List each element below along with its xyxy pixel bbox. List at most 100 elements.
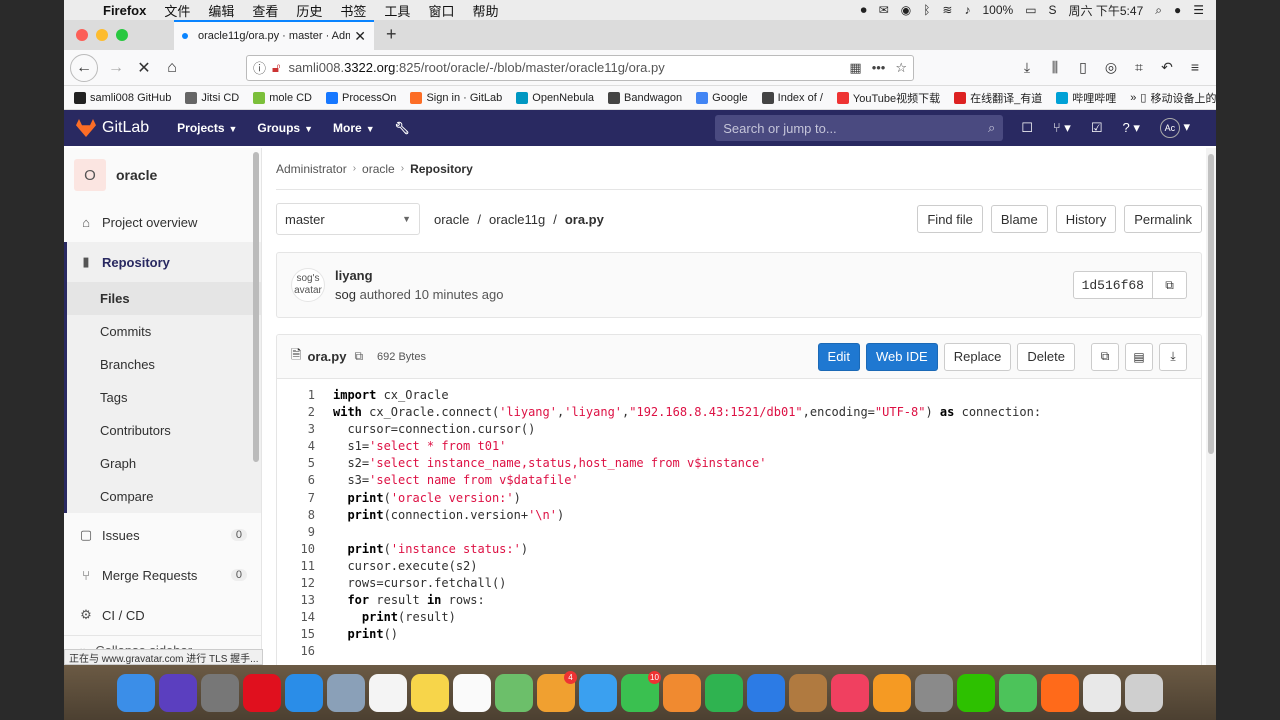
accessibility-icon[interactable]: ◉: [901, 3, 911, 17]
nav-more[interactable]: More ▼: [333, 121, 375, 135]
permalink-button[interactable]: Permalink: [1124, 205, 1202, 233]
clock[interactable]: 周六 下午5:47: [1069, 2, 1144, 19]
merge-requests-nav-icon[interactable]: ⑂ ▾: [1053, 120, 1071, 136]
delete-button[interactable]: Delete: [1017, 342, 1075, 371]
home-icon[interactable]: ⌂: [158, 54, 186, 82]
hamburger-menu-icon[interactable]: ≡: [1186, 59, 1204, 76]
commit-author[interactable]: sog: [335, 287, 356, 302]
line-number[interactable]: 13: [277, 592, 315, 609]
documents-icon[interactable]: [1083, 673, 1121, 712]
copy-path-icon[interactable]: ⧉: [354, 349, 363, 364]
calendar-icon[interactable]: [369, 673, 407, 712]
wechat-icon[interactable]: [957, 673, 995, 712]
line-number[interactable]: 6: [277, 472, 315, 489]
reminders-icon[interactable]: [453, 673, 491, 712]
line-number[interactable]: 5: [277, 455, 315, 472]
finder-icon[interactable]: [117, 673, 155, 712]
bookmark-item[interactable]: samli008 GitHub: [74, 91, 171, 104]
firefox-icon[interactable]: [1041, 673, 1079, 712]
menu-help[interactable]: 帮助: [463, 1, 507, 20]
breadcrumb-repository[interactable]: Repository: [410, 162, 473, 176]
menu-history[interactable]: 历史: [287, 1, 331, 20]
bookmark-item[interactable]: Sign in · GitLab: [410, 91, 502, 104]
screenshot-icon[interactable]: ⌗: [1130, 59, 1148, 76]
site-info-icon[interactable]: ⓘ: [253, 58, 266, 77]
screen-record-icon[interactable]: ⏺: [861, 3, 867, 18]
notification-center-icon[interactable]: ☰: [1193, 3, 1204, 17]
admin-wrench-icon[interactable]: 🔧︎: [395, 121, 410, 135]
page-actions-icon[interactable]: •••: [872, 60, 886, 75]
menu-view[interactable]: 查看: [243, 1, 287, 20]
trash-icon[interactable]: [1125, 673, 1163, 712]
maps-icon[interactable]: [495, 673, 533, 712]
bookmark-item[interactable]: mole CD: [253, 91, 312, 104]
user-menu[interactable]: Ac ▾: [1159, 118, 1190, 138]
nav-groups[interactable]: Groups ▼: [257, 121, 313, 135]
wechat-status-icon[interactable]: ✉: [879, 3, 889, 17]
nav-projects[interactable]: Projects ▼: [177, 121, 237, 135]
battery-percent[interactable]: 100%: [982, 3, 1013, 17]
sidebar-toggle-icon[interactable]: ▯: [1074, 59, 1092, 76]
menu-edit[interactable]: 编辑: [199, 1, 243, 20]
line-number[interactable]: 7: [277, 490, 315, 507]
bluetooth-icon[interactable]: ᛒ: [923, 3, 930, 17]
input-method-icon[interactable]: S: [1049, 3, 1057, 17]
edit-button[interactable]: Edit: [817, 342, 860, 371]
keynote-icon[interactable]: [747, 673, 785, 712]
bookmark-item[interactable]: 哔哩哔哩: [1056, 90, 1116, 106]
url-text[interactable]: samli008.3322.org:825/root/oracle/-/blob…: [288, 60, 839, 75]
minimize-window-icon[interactable]: [96, 29, 108, 41]
copy-source-icon[interactable]: ⧉: [1091, 342, 1119, 371]
notes-icon[interactable]: [411, 673, 449, 712]
line-number[interactable]: 8: [277, 507, 315, 524]
sidebar-item-graph[interactable]: Graph: [67, 447, 261, 480]
code-viewer[interactable]: 1 import cx_Oracle 2 with cx_Oracle.connect…: [277, 379, 1201, 661]
new-tab-icon[interactable]: +: [374, 24, 409, 50]
copy-sha-icon[interactable]: ⧉: [1153, 271, 1187, 299]
sidebar-item-merge-requests[interactable]: ⑂ Merge Requests 0: [64, 555, 261, 595]
sidebar-item-overview[interactable]: ⌂ Project overview: [64, 202, 261, 242]
blame-button[interactable]: Blame: [990, 205, 1048, 233]
sidebar-project-header[interactable]: O oracle: [64, 148, 261, 202]
facetime-icon[interactable]: 10: [621, 670, 661, 712]
menu-app-name[interactable]: Firefox: [94, 3, 155, 18]
zoom-window-icon[interactable]: [116, 29, 128, 41]
launchpad-icon[interactable]: [201, 673, 239, 712]
open-raw-icon[interactable]: ▤: [1125, 342, 1153, 371]
line-number[interactable]: 3: [277, 421, 315, 438]
stop-icon[interactable]: ✕: [130, 54, 158, 82]
safari-icon[interactable]: [285, 673, 323, 712]
siri-icon[interactable]: [159, 673, 197, 712]
line-number[interactable]: 14: [277, 609, 315, 626]
bookmark-item[interactable]: Bandwagon: [608, 91, 682, 104]
music-icon[interactable]: [831, 673, 869, 712]
replace-button[interactable]: Replace: [943, 342, 1012, 371]
sidebar-item-tags[interactable]: Tags: [67, 381, 261, 414]
undo-close-icon[interactable]: ↶: [1158, 59, 1176, 76]
menu-file[interactable]: 文件: [155, 1, 199, 20]
help-icon[interactable]: ? ▾: [1122, 120, 1139, 136]
books-icon[interactable]: [789, 673, 827, 712]
line-number[interactable]: 2: [277, 404, 315, 421]
account-icon[interactable]: ◎: [1102, 59, 1120, 76]
url-bar[interactable]: ⓘ 🔓︎ samli008.3322.org:825/root/oracle/-…: [246, 54, 914, 81]
line-number[interactable]: 4: [277, 438, 315, 455]
menu-bookmarks[interactable]: 书签: [331, 1, 375, 20]
sidebar-item-branches[interactable]: Branches: [67, 348, 261, 381]
menu-tools[interactable]: 工具: [375, 1, 419, 20]
library-icon[interactable]: ⫼: [1046, 59, 1064, 76]
sidebar-scrollbar[interactable]: [253, 152, 259, 462]
bookmark-item[interactable]: Jitsi CD: [185, 91, 239, 104]
line-number[interactable]: 16: [277, 643, 315, 660]
bookmark-item[interactable]: Google: [696, 91, 748, 104]
volume-icon[interactable]: ♪: [964, 3, 970, 17]
line-number[interactable]: 1: [277, 387, 315, 404]
gitlab-logo[interactable]: GitLab: [76, 119, 149, 137]
commit-title[interactable]: liyang: [335, 268, 503, 283]
bookmark-item[interactable]: Index of /: [761, 91, 823, 104]
opera-icon[interactable]: [243, 673, 281, 712]
forward-icon[interactable]: →: [102, 54, 130, 82]
sidebar-item-compare[interactable]: Compare: [67, 480, 261, 513]
browser-tab[interactable]: oracle11g/ora.py · master · Adm ✕: [174, 20, 374, 50]
web-ide-button[interactable]: Web IDE: [865, 342, 938, 371]
